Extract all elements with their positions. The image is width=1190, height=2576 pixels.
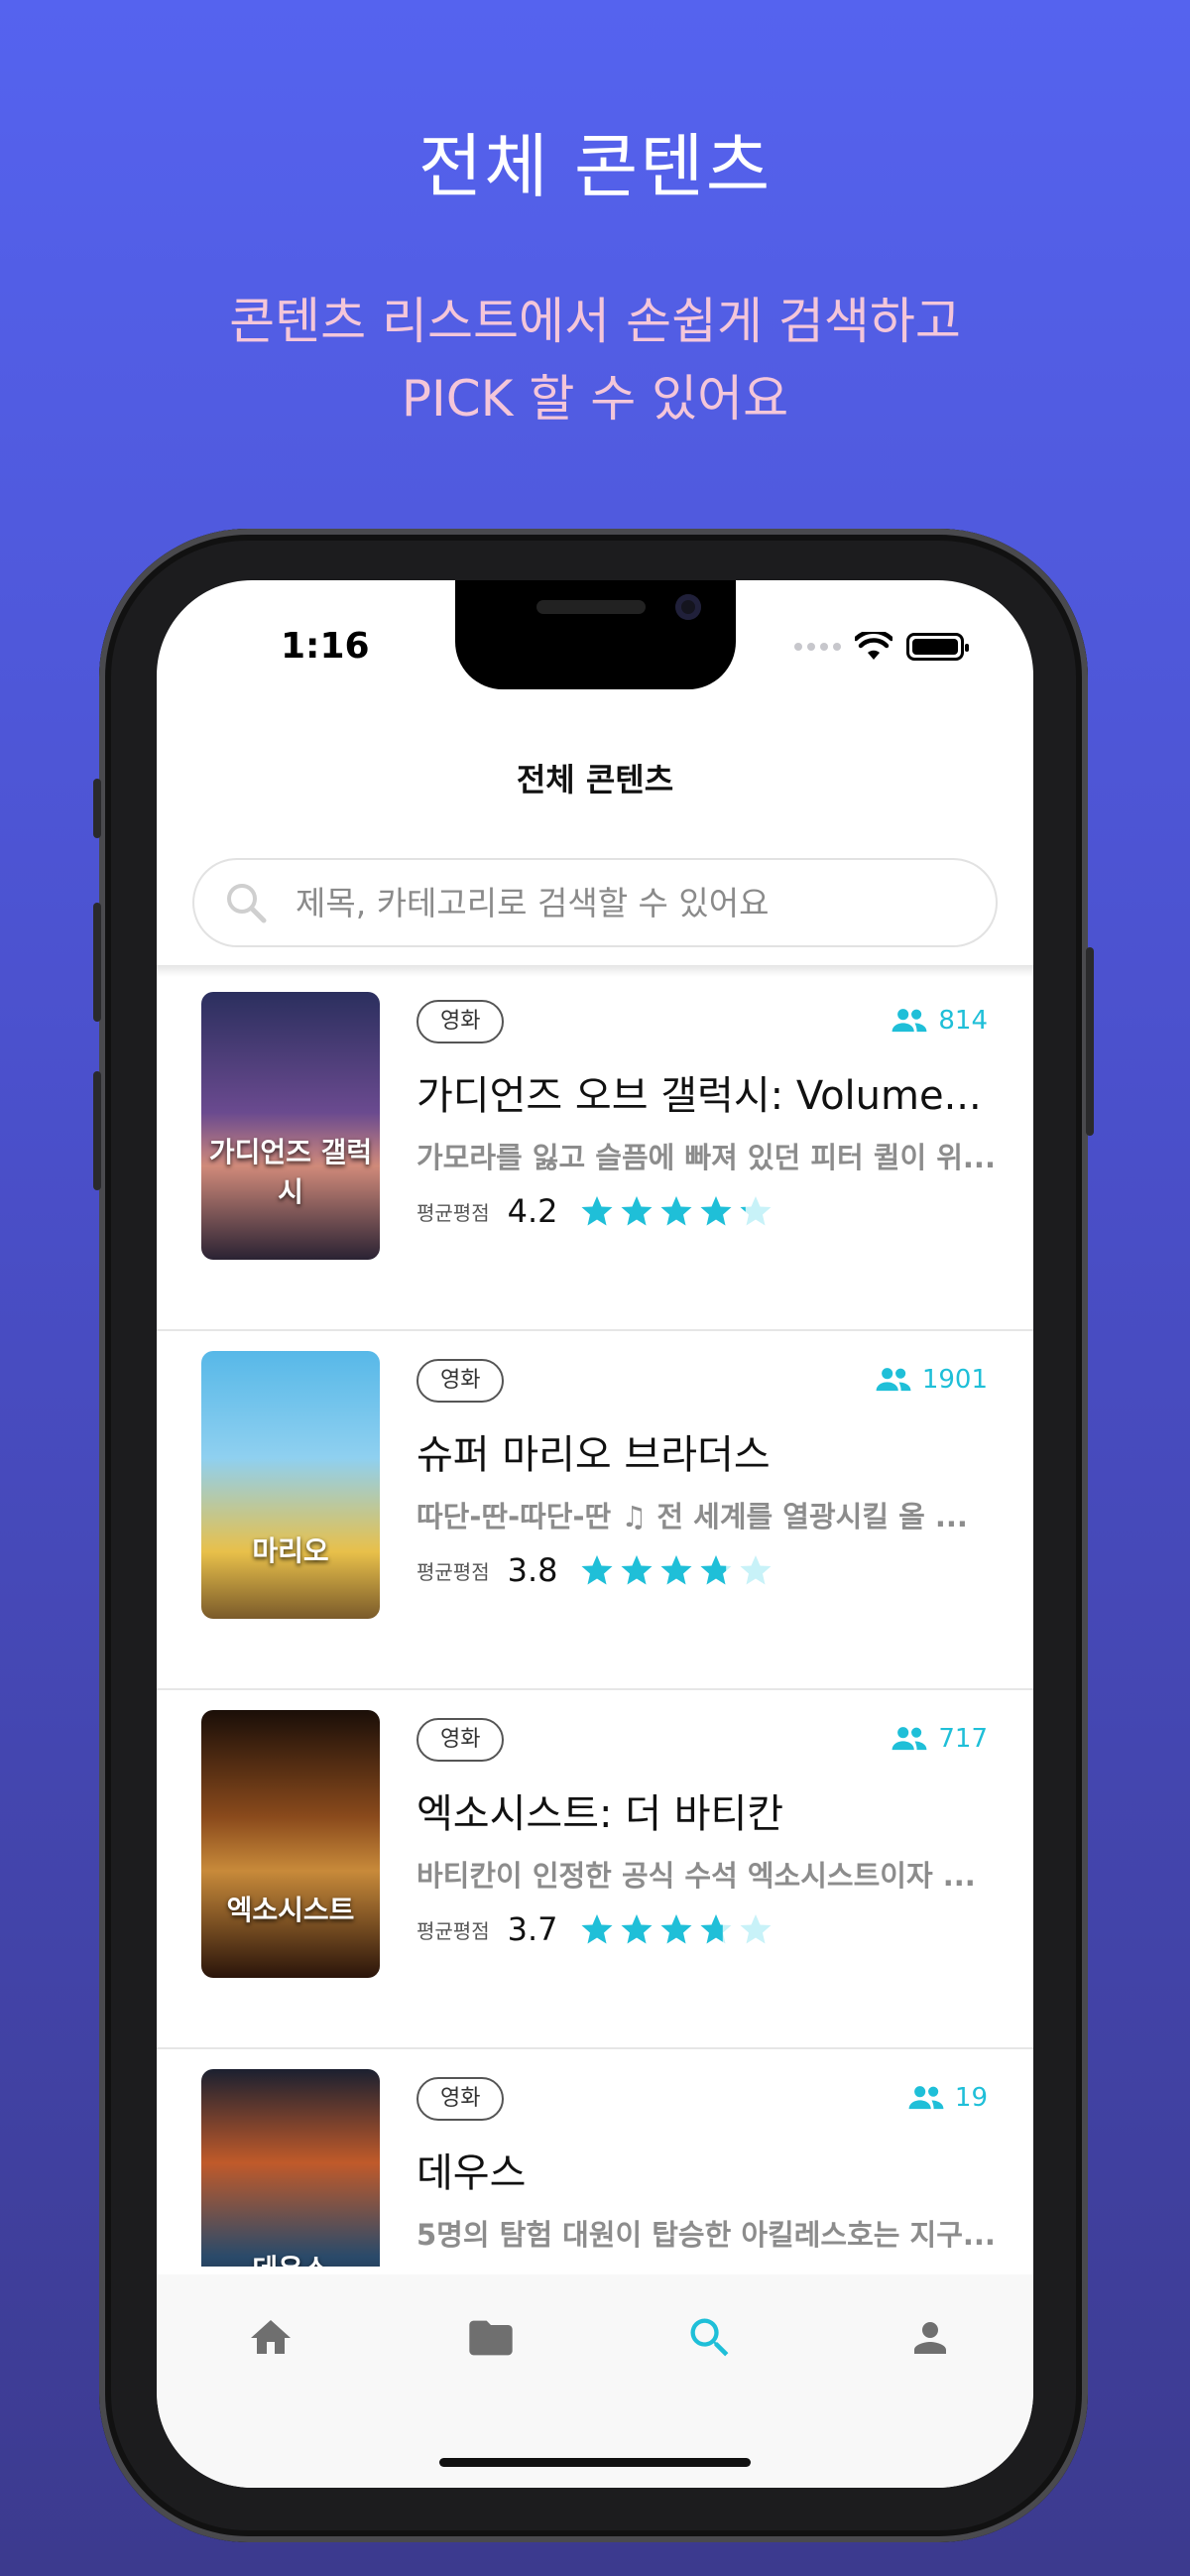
- rating-row: 평균평점 3.7: [416, 1910, 773, 1948]
- pick-count: 1901: [875, 1365, 988, 1395]
- star-icon: [581, 1914, 612, 1944]
- tab-bar: [157, 2274, 1033, 2488]
- poster-title-text: 데우스: [201, 2248, 380, 2267]
- rating-value: 4.2: [507, 1192, 558, 1230]
- star-icon: [660, 1914, 691, 1944]
- content-description: 따단-딴-따단-딴 ♫ 전 세계를 열광시킬 올 ...: [416, 1500, 968, 1533]
- content-title[interactable]: 데우스: [416, 2141, 1002, 2198]
- search-input[interactable]: [296, 883, 970, 922]
- promo-subline-line1: 콘텐츠 리스트에서 손쉽게 검색하고: [229, 293, 961, 350]
- status-time: 1:16: [281, 626, 370, 667]
- wifi-icon: [855, 632, 892, 660]
- content-card[interactable]: 데우스 영화 19 데우스 5명의 탐험 대원이 탑승한 아킬레스호는 지구...: [157, 2049, 1033, 2267]
- home-indicator: [439, 2458, 751, 2467]
- rating-label: 평균평점: [416, 1559, 490, 1584]
- poster-image[interactable]: 데우스: [201, 2069, 380, 2267]
- people-icon: [908, 2086, 944, 2110]
- content-title[interactable]: 가디언즈 오브 갤럭시: Volume...: [416, 1063, 1002, 1121]
- pick-count: 814: [891, 1006, 988, 1036]
- content-title[interactable]: 엑소시스트: 더 바티칸: [416, 1781, 1002, 1839]
- poster-image[interactable]: 엑소시스트: [201, 1710, 380, 1978]
- category-badge: 영화: [416, 1000, 505, 1043]
- star-icon: [621, 1555, 652, 1585]
- phone-screen: 1:16 전체 콘텐츠 가디언즈 갤럭시영화814가디언즈 오브 갤럭시: Vo…: [157, 580, 1033, 2488]
- category-badge: 영화: [416, 1718, 505, 1762]
- rating-value: 3.8: [507, 1551, 558, 1589]
- content-description: 가모라를 잃고 슬픔에 빠져 있던 피터 퀼이 위...: [416, 1141, 996, 1174]
- star-icon: [740, 1196, 771, 1226]
- poster-image[interactable]: 마리오: [201, 1351, 380, 1619]
- rating-stars: [580, 1553, 773, 1587]
- front-camera: [675, 594, 701, 620]
- pick-count-value: 814: [938, 1006, 988, 1036]
- content-description: 5명의 탐험 대원이 탑승한 아킬레스호는 지구...: [416, 2218, 996, 2252]
- people-icon: [892, 1727, 927, 1751]
- star-icon: [581, 1555, 612, 1585]
- rating-value: 3.7: [507, 1910, 558, 1948]
- pick-count-value: 717: [938, 1724, 988, 1754]
- tab-folder[interactable]: [463, 2310, 519, 2366]
- content-card[interactable]: 마리오 영화 1901 슈퍼 마리오 브라더스따단-딴-따단-딴 ♫ 전 세계를 열광…: [157, 1331, 1033, 1690]
- phone-power-button: [1086, 947, 1094, 1136]
- poster-image[interactable]: 가디언즈 갤럭시: [201, 992, 380, 1260]
- star-icon: [660, 1196, 691, 1226]
- home-icon: [251, 2320, 291, 2354]
- promo-headline: 전체 콘텐츠: [417, 126, 773, 207]
- phone-volume-down: [93, 1071, 101, 1190]
- pick-count-value: 1901: [921, 1365, 988, 1395]
- phone-mute-switch: [93, 779, 101, 838]
- content-card[interactable]: 엑소시스트 영화 717 엑소시스트: 더 바티칸바티칸이 인정한 공식 수석 엑소시…: [157, 1690, 1033, 2049]
- pick-count-value: 19: [954, 2083, 988, 2113]
- tab-profile[interactable]: [902, 2310, 958, 2366]
- pick-count: 717: [891, 1724, 988, 1754]
- folder-icon: [469, 2320, 513, 2356]
- page-title: 전체 콘텐츠: [516, 761, 674, 798]
- star-icon: [700, 1555, 731, 1585]
- star-icon: [700, 1914, 731, 1944]
- people-icon: [892, 1009, 927, 1033]
- people-icon: [876, 1368, 911, 1392]
- promo-subline: 콘텐츠 리스트에서 손쉽게 검색하고 PICK 할 수 있어요: [0, 283, 1190, 437]
- poster-title-text: 가디언즈 갤럭시: [208, 1136, 373, 1208]
- search-icon: [690, 2318, 729, 2357]
- rating-stars: [580, 1194, 773, 1228]
- promo-subline-line2: PICK 할 수 있어요: [401, 370, 789, 428]
- star-icon: [740, 1555, 771, 1585]
- rating-label: 평균평점: [416, 1200, 490, 1225]
- status-icons: [794, 632, 969, 662]
- rating-stars: [580, 1912, 773, 1946]
- star-icon: [740, 1914, 771, 1944]
- star-icon: [621, 1196, 652, 1226]
- search-bar[interactable]: [192, 858, 998, 947]
- content-card[interactable]: 가디언즈 갤럭시 영화 814 가디언즈 오브 갤럭시: Volume... 가모라를 …: [157, 972, 1033, 1331]
- rating-row: 평균평점 4.2: [416, 1192, 773, 1230]
- poster-title-text: 마리오: [252, 1534, 329, 1567]
- signal-dots-icon: [794, 643, 841, 651]
- star-icon: [660, 1555, 691, 1585]
- speaker-grille: [536, 600, 646, 614]
- category-badge: 영화: [416, 1359, 505, 1403]
- tab-search[interactable]: [682, 2310, 738, 2366]
- category-badge: 영화: [416, 2077, 505, 2121]
- poster-title-text: 엑소시스트: [226, 1894, 355, 1926]
- person-icon: [914, 2322, 946, 2354]
- content-title[interactable]: 슈퍼 마리오 브라더스: [416, 1422, 1002, 1480]
- content-list[interactable]: 가디언즈 갤럭시 영화 814 가디언즈 오브 갤럭시: Volume... 가모라를 …: [157, 972, 1033, 2267]
- rating-label: 평균평점: [416, 1918, 490, 1943]
- tab-home[interactable]: [243, 2310, 298, 2366]
- notch: [455, 580, 736, 689]
- search-icon: [227, 884, 267, 923]
- star-icon: [700, 1196, 731, 1226]
- star-icon: [581, 1196, 612, 1226]
- pick-count: 19: [907, 2083, 988, 2113]
- star-icon: [621, 1914, 652, 1944]
- phone-volume-up: [93, 903, 101, 1022]
- rating-row: 평균평점 3.8: [416, 1551, 773, 1589]
- battery-icon: [906, 633, 969, 661]
- content-description: 바티칸이 인정한 공식 수석 엑소시스트이자 ...: [416, 1859, 976, 1893]
